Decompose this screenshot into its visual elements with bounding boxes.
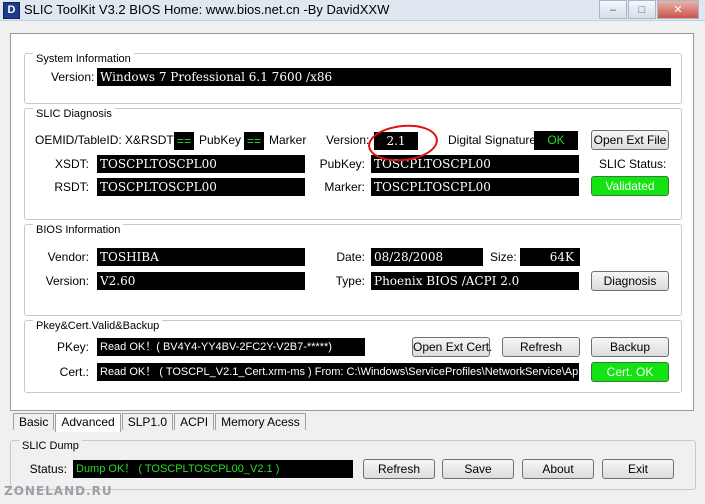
size-label: Size:: [490, 250, 517, 264]
maximize-button[interactable]: □: [628, 0, 656, 19]
slic-dump-group: SLIC Dump Status: Dump OK！ ( TOSCPLTOSCP…: [10, 440, 696, 490]
digital-signature-label: Digital Signature:: [448, 133, 540, 147]
diagnosis-button[interactable]: Diagnosis: [591, 271, 669, 291]
minimize-button[interactable]: –: [599, 0, 627, 19]
dump-status-field: Dump OK！ ( TOSCPLTOSCPL00_V2.1 ): [73, 460, 353, 478]
close-button[interactable]: ✕: [657, 0, 699, 19]
pkey-label: PKey:: [56, 340, 89, 354]
vendor-field: TOSHIBA: [97, 248, 305, 266]
os-version-field: Windows 7 Professional 6.1 7600 /x86: [97, 68, 671, 86]
vendor-label: Vendor:: [47, 250, 89, 264]
title-bar: D SLIC ToolKit V3.2 BIOS Home: www.bios.…: [0, 0, 705, 21]
tab-slp[interactable]: SLP1.0: [121, 413, 174, 430]
xsdt-field: TOSCPLTOSCPL00: [97, 155, 305, 173]
group-title: BIOS Information: [33, 224, 124, 236]
oemid-label: OEMID/TableID: X&RSDT: [35, 133, 174, 147]
slic-status-validated: Validated: [591, 176, 669, 196]
group-title: System Information: [33, 53, 134, 65]
window-title: SLIC ToolKit V3.2 BIOS Home: www.bios.ne…: [24, 2, 390, 17]
pkey-field: Read OK！( BV4Y4-YY4BV-2FC2Y-V2B7-*****): [97, 338, 365, 356]
pkey-cert-group: Pkey&Cert.Valid&Backup PKey: Read OK！( B…: [24, 320, 682, 393]
about-button[interactable]: About: [522, 459, 594, 479]
digital-signature-field: OK: [534, 131, 578, 150]
exit-button[interactable]: Exit: [602, 459, 674, 479]
date-field: 08/28/2008: [371, 248, 483, 266]
status-label: Status:: [29, 462, 67, 476]
group-title: Pkey&Cert.Valid&Backup: [33, 320, 163, 332]
cert-field: Read OK！ ( TOSCPL_V2.1_Cert.xrm-ms ) Fro…: [97, 363, 579, 381]
pubkey-match-indicator: ==: [244, 132, 264, 150]
bios-information-group: BIOS Information Vendor: TOSHIBA Date: 0…: [24, 224, 682, 316]
bios-version-label: Version:: [45, 274, 89, 288]
cert-status-ok: Cert. OK: [591, 362, 669, 382]
open-ext-cert-button[interactable]: Open Ext Cert.: [412, 337, 492, 357]
oemid-match-indicator: ==: [174, 132, 194, 150]
slic-version-label: Version:: [326, 133, 370, 147]
xsdt-label: XSDT:: [54, 157, 89, 171]
tab-acpi[interactable]: ACPI: [174, 413, 215, 430]
group-title: SLIC Dump: [19, 440, 82, 452]
rsdt-label: RSDT:: [54, 180, 89, 194]
slic-status-label: SLIC Status:: [599, 157, 667, 171]
app-icon: D: [3, 2, 20, 19]
version-label: Version:: [51, 70, 95, 84]
backup-button[interactable]: Backup: [591, 337, 669, 357]
dump-refresh-button[interactable]: Refresh: [363, 459, 435, 479]
type-field: Phoenix BIOS /ACPI 2.0: [371, 272, 579, 290]
group-title: SLIC Diagnosis: [33, 108, 115, 120]
bios-version-field: V2.60: [97, 272, 305, 290]
tab-basic[interactable]: Basic: [13, 413, 55, 430]
tab-advanced[interactable]: Advanced: [55, 413, 121, 432]
slic-diagnosis-group: SLIC Diagnosis OEMID/TableID: X&RSDT == …: [24, 108, 682, 220]
marker-label: Marker: [269, 133, 307, 147]
cert-label: Cert.:: [59, 365, 89, 379]
tab-memory-access[interactable]: Memory Acess: [215, 413, 306, 430]
tab-bar: Basic Advanced SLP1.0 ACPI Memory Acess: [13, 413, 307, 432]
size-field: 64K: [520, 248, 580, 266]
pubkey-field-label: PubKey:: [319, 157, 365, 171]
date-label: Date:: [336, 250, 365, 264]
pubkey-label: PubKey: [199, 133, 242, 147]
type-label: Type:: [335, 274, 365, 288]
main-panel: System Information Version: Windows 7 Pr…: [10, 33, 694, 411]
save-button[interactable]: Save: [442, 459, 514, 479]
marker-field: TOSCPLTOSCPL00: [371, 178, 579, 196]
system-information-group: System Information Version: Windows 7 Pr…: [24, 53, 682, 104]
watermark-text: ZONELAND.RU: [4, 484, 113, 498]
refresh-button[interactable]: Refresh: [502, 337, 580, 357]
marker-field-label: Marker:: [324, 180, 365, 194]
open-ext-file-button[interactable]: Open Ext File: [591, 130, 669, 150]
rsdt-field: TOSCPLTOSCPL00: [97, 178, 305, 196]
